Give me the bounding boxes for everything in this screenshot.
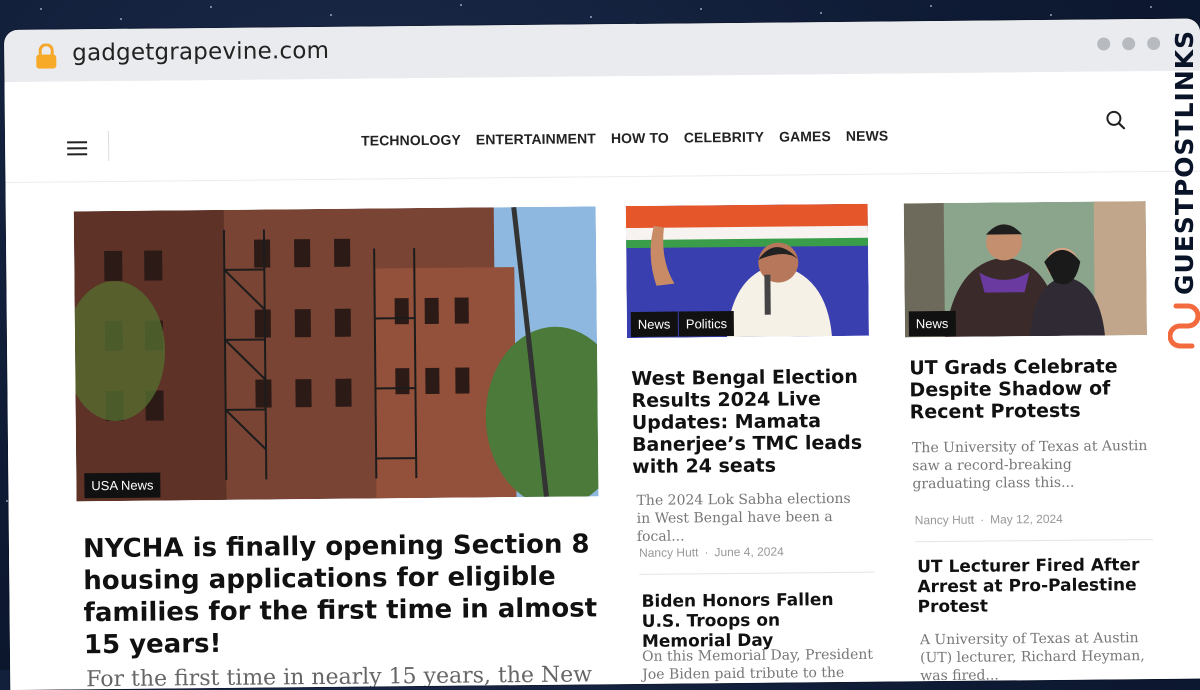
site-header: TECHNOLOGY ENTERTAINMENT HOW TO CELEBRIT…: [4, 70, 1200, 183]
search-icon[interactable]: [1105, 109, 1127, 131]
category-tag-politics[interactable]: Politics: [678, 311, 735, 337]
nav-item-news[interactable]: NEWS: [846, 128, 889, 144]
category-tag-news[interactable]: News: [630, 311, 678, 337]
window-dot[interactable]: [1122, 37, 1136, 51]
feature-image[interactable]: USA News: [73, 206, 599, 502]
window-dot[interactable]: [1097, 37, 1111, 51]
window-controls: [1097, 36, 1161, 51]
window-dot[interactable]: [1147, 36, 1161, 51]
divider: [639, 571, 876, 575]
main-nav: TECHNOLOGY ENTERTAINMENT HOW TO CELEBRIT…: [361, 128, 888, 149]
ut-grads-image[interactable]: News: [903, 201, 1147, 338]
header-divider: [107, 130, 110, 162]
browser-window: gadgetgrapevine.com TECHNOLOGY ENTERTAIN…: [4, 18, 1200, 690]
publish-date: June 4, 2024: [714, 544, 784, 560]
wb-excerpt: The 2024 Lok Sabha elections in West Ben…: [636, 490, 851, 545]
category-tag[interactable]: USA News: [84, 472, 161, 499]
lecturer-excerpt: A University of Texas at Austin (UT) lec…: [919, 630, 1145, 685]
feature-headline[interactable]: NYCHA is finally opening Section 8 housi…: [83, 528, 604, 661]
nav-item-technology[interactable]: TECHNOLOGY: [361, 132, 461, 149]
lecturer-headline[interactable]: UT Lecturer Fired After Arrest at Pro-Pa…: [917, 555, 1150, 617]
article-grid: USA News NYCHA is finally opening Sectio…: [5, 171, 1200, 690]
address-bar-url[interactable]: gadgetgrapevine.com: [72, 38, 329, 66]
feature-excerpt: For the first time in nearly 15 years, t…: [86, 662, 593, 690]
ut-grads-excerpt: The University of Texas at Austin saw a …: [911, 438, 1148, 493]
nav-item-entertainment[interactable]: ENTERTAINMENT: [476, 130, 596, 147]
biden-excerpt: On this Memorial Day, President Joe Bide…: [641, 646, 874, 690]
wb-headline[interactable]: West Bengal Election Results 2024 Live U…: [631, 366, 872, 478]
nav-item-games[interactable]: GAMES: [779, 128, 831, 144]
lock-icon: [36, 43, 57, 69]
ut-grads-meta: Nancy Hutt · May 12, 2024: [914, 511, 1063, 528]
nav-item-how-to[interactable]: HOW TO: [611, 130, 669, 147]
website: TECHNOLOGY ENTERTAINMENT HOW TO CELEBRIT…: [4, 70, 1200, 690]
wb-image[interactable]: News Politics: [625, 203, 869, 339]
hamburger-menu-icon[interactable]: [67, 141, 88, 156]
link-logo-icon: [1168, 303, 1200, 349]
author-name[interactable]: Nancy Hutt: [915, 513, 974, 528]
guestpostlinks-watermark: GUESTPOSTLINKS: [1170, 29, 1199, 295]
biden-headline[interactable]: Biden Honors Fallen U.S. Troops on Memor…: [641, 590, 872, 652]
author-name[interactable]: Nancy Hutt: [639, 545, 698, 560]
wb-meta: Nancy Hutt · June 4, 2024: [638, 544, 784, 560]
publish-date: May 12, 2024: [990, 511, 1063, 527]
category-tag[interactable]: News: [908, 310, 956, 337]
ut-grads-headline[interactable]: UT Grads Celebrate Despite Shadow of Rec…: [909, 355, 1148, 423]
nav-item-celebrity[interactable]: CELEBRITY: [684, 129, 764, 146]
divider: [914, 538, 1153, 543]
